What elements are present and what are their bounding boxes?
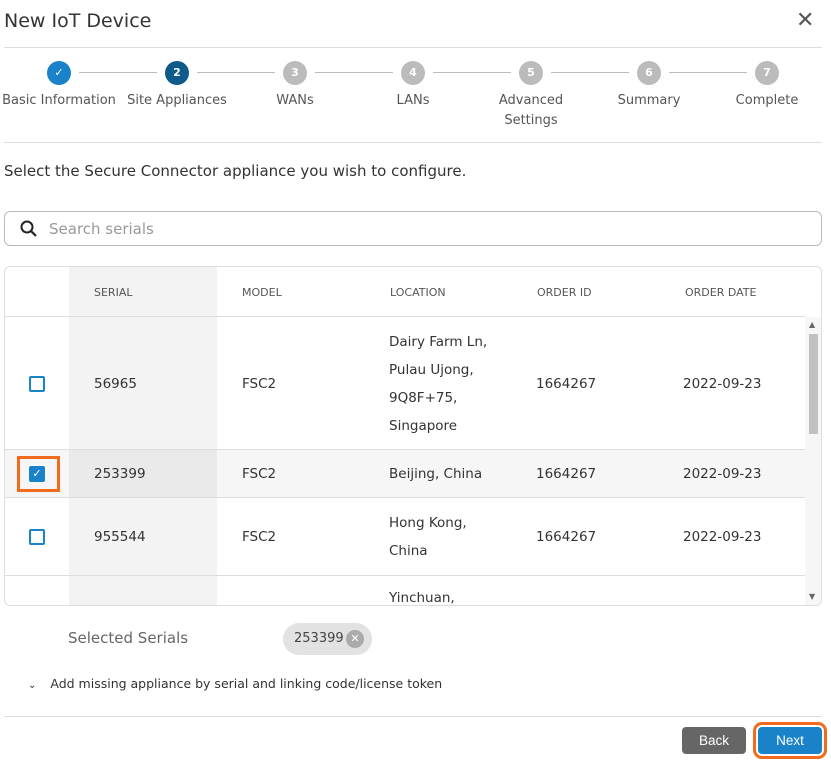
add-missing-label: Add missing appliance by serial and link…	[50, 676, 443, 691]
step-number: 2	[165, 61, 189, 85]
scrollbar-thumb[interactable]	[809, 334, 818, 434]
cell-serial: 56965	[94, 375, 137, 392]
step-number: 3	[283, 61, 307, 85]
next-button[interactable]: Next	[753, 722, 827, 759]
back-button[interactable]: Back	[682, 727, 746, 754]
cell-location-line: Singapore	[389, 417, 458, 434]
header-order-id[interactable]: ORDER ID	[537, 286, 592, 299]
cell-order-id: 1664267	[536, 375, 597, 392]
step-label: Summary	[617, 93, 681, 108]
header-serial[interactable]: SERIAL	[94, 286, 132, 299]
close-icon[interactable]: ✕	[796, 8, 814, 33]
cell-order-id: 1664267	[536, 466, 597, 482]
cell-location-line: 9Q8F+75,	[389, 389, 458, 406]
row-checkbox[interactable]	[29, 375, 45, 392]
table-row[interactable]: 955544 FSC2 Hong Kong, China 1664267 2022-09-…	[5, 497, 805, 575]
step-label: Site Appliances	[127, 93, 227, 108]
divider	[4, 142, 822, 143]
cell-model: FSC2	[242, 375, 277, 392]
step-3: 3 WANs	[235, 61, 355, 111]
dialog-title: New IoT Device	[4, 10, 152, 32]
search-icon	[20, 220, 37, 237]
cell-serial: 253399	[94, 466, 146, 482]
cell-order-date: 2022-09-23	[683, 529, 762, 545]
cell-location-line: Beijing, China	[389, 466, 483, 482]
cell-location-line: China	[389, 543, 428, 559]
step-4: 4 LANs	[353, 61, 473, 111]
add-missing-appliance-toggle[interactable]: ⌄ Add missing appliance by serial and li…	[28, 676, 442, 691]
cell-order-date: 2022-09-23	[683, 466, 762, 482]
step-label: Complete	[735, 93, 799, 108]
serials-table: SERIAL MODEL LOCATION ORDER ID ORDER DAT…	[4, 266, 822, 606]
chip-label: 253399	[294, 631, 344, 646]
divider	[4, 716, 822, 717]
check-icon: ✓	[47, 61, 71, 85]
step-number: 7	[755, 61, 779, 85]
step-5: 5 Advanced Settings	[471, 61, 591, 131]
scroll-down-icon[interactable]: ▼	[809, 592, 815, 601]
table-row[interactable]: 56965 FSC2 Dairy Farm Ln, Pulau Ujong, 9Q8F+…	[5, 316, 805, 449]
step-1: ✓ Basic Information	[0, 61, 119, 111]
focus-ring	[17, 456, 60, 492]
cell-model: FSC2	[242, 529, 277, 545]
cell-location-line: Dairy Farm Ln,	[389, 333, 488, 350]
scroll-up-icon[interactable]: ▲	[809, 320, 815, 329]
step-number: 5	[519, 61, 543, 85]
step-label: LANs	[396, 93, 430, 108]
cell-order-id: 1664267	[536, 529, 597, 545]
cell-model: FSC2	[242, 466, 277, 482]
chevron-down-icon: ⌄	[28, 680, 37, 691]
header-model[interactable]: MODEL	[242, 286, 282, 299]
cell-serial: 955544	[94, 529, 146, 545]
step-label: Advanced Settings	[498, 93, 564, 128]
divider	[4, 47, 822, 48]
step-number: 4	[401, 61, 425, 85]
step-number: 6	[637, 61, 661, 85]
cell-location-line: Hong Kong,	[389, 515, 467, 531]
cell-location-line: Pulau Ujong,	[389, 361, 474, 378]
step-label: Basic Information	[2, 93, 116, 108]
row-checkbox[interactable]	[29, 529, 45, 545]
cell-order-date: 2022-09-23	[683, 375, 762, 392]
step-6: 6 Summary	[589, 61, 709, 111]
instruction-text: Select the Secure Connector appliance yo…	[4, 162, 467, 180]
step-7: 7 Complete	[707, 61, 827, 111]
search-input[interactable]	[49, 220, 749, 238]
search-box[interactable]	[4, 211, 822, 246]
step-2: 2 Site Appliances	[117, 61, 237, 111]
table-row[interactable]: ✓ 253399 FSC2 Beijing, China 1664267 2022-09-…	[5, 449, 805, 497]
cell-location-line: Yinchuan,	[389, 590, 455, 606]
header-location[interactable]: LOCATION	[390, 286, 446, 299]
step-label: WANs	[276, 93, 314, 108]
scrollbar[interactable]: ▲ ▼	[805, 317, 821, 605]
selected-serial-chip: 253399 ✕	[283, 623, 372, 655]
header-order-date[interactable]: ORDER DATE	[685, 286, 756, 299]
selected-serials-label: Selected Serials	[68, 629, 189, 647]
table-row[interactable]: Yinchuan,	[5, 575, 805, 606]
remove-chip-icon[interactable]: ✕	[346, 630, 364, 648]
